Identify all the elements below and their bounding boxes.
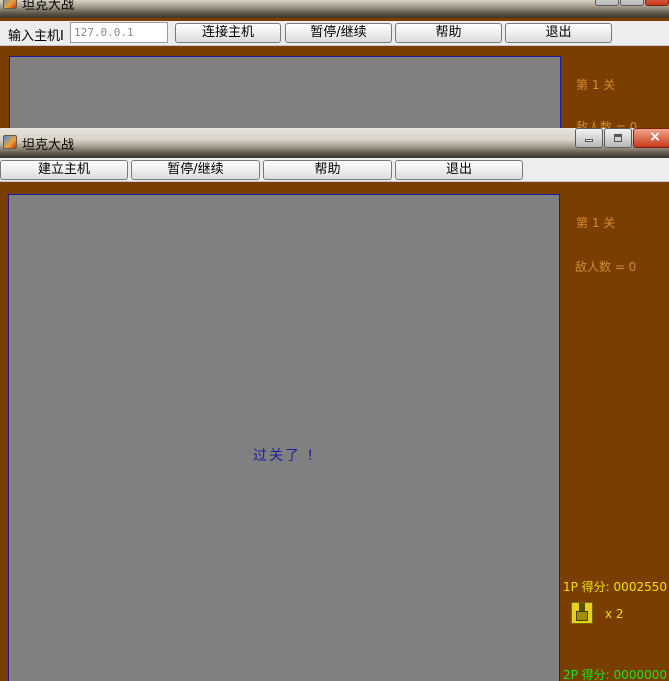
pause-resume-button[interactable]: 暂停/继续 — [131, 160, 260, 180]
back-window-title: 坦克大战 — [22, 0, 75, 13]
front-window-controls: × — [574, 128, 669, 150]
back-help-button[interactable]: 帮助 — [395, 23, 502, 43]
maximize-icon[interactable] — [620, 0, 644, 6]
front-toolbar: 建立主机 暂停/继续 帮助 退出 — [0, 158, 669, 182]
java-app-icon — [3, 135, 17, 149]
front-titlebar[interactable]: 坦克大战 × — [0, 128, 669, 158]
back-toolbar: 输入主机I 127.0.0.1 连接主机 暂停/继续 帮助 退出 — [0, 21, 669, 46]
close-icon[interactable]: × — [645, 0, 669, 6]
lives-count: x 2 — [605, 607, 624, 621]
host-ip-input[interactable]: 127.0.0.1 — [70, 22, 168, 43]
exit-button[interactable]: 退出 — [395, 160, 523, 180]
enemy-count-text: 敌人数 = 0 — [575, 260, 637, 274]
player1-score: 1P 得分: 0002550 — [563, 580, 667, 594]
level-cleared-message: 过关了 ! — [252, 448, 316, 464]
host-ip-label: 输入主机I — [8, 29, 64, 44]
maximize-icon[interactable] — [604, 128, 632, 148]
player2-score: 2P 得分: 0000000 — [563, 668, 667, 681]
tank-lives-icon — [571, 602, 593, 624]
back-level-text: 第 1 关 — [576, 78, 616, 92]
minimize-icon[interactable] — [595, 0, 619, 6]
front-window-title: 坦克大战 — [22, 138, 75, 153]
java-app-icon — [3, 0, 17, 9]
back-exit-button[interactable]: 退出 — [505, 23, 612, 43]
front-window: 坦克大战 × 建立主机 暂停/继续 帮助 退出 过关了 ! 第 1 关 敌人数 … — [0, 128, 669, 681]
close-icon[interactable]: × — [633, 128, 669, 148]
back-window-controls: × — [594, 0, 669, 8]
back-pause-resume-button[interactable]: 暂停/继续 — [285, 23, 392, 43]
level-text: 第 1 关 — [576, 216, 616, 230]
create-host-button[interactable]: 建立主机 — [0, 160, 128, 180]
back-titlebar[interactable]: 坦克大战 × — [0, 0, 669, 18]
game-playfield[interactable]: 过关了 ! — [8, 194, 560, 681]
help-button[interactable]: 帮助 — [263, 160, 392, 180]
minimize-icon[interactable] — [575, 128, 603, 148]
connect-host-button[interactable]: 连接主机 — [175, 23, 281, 43]
